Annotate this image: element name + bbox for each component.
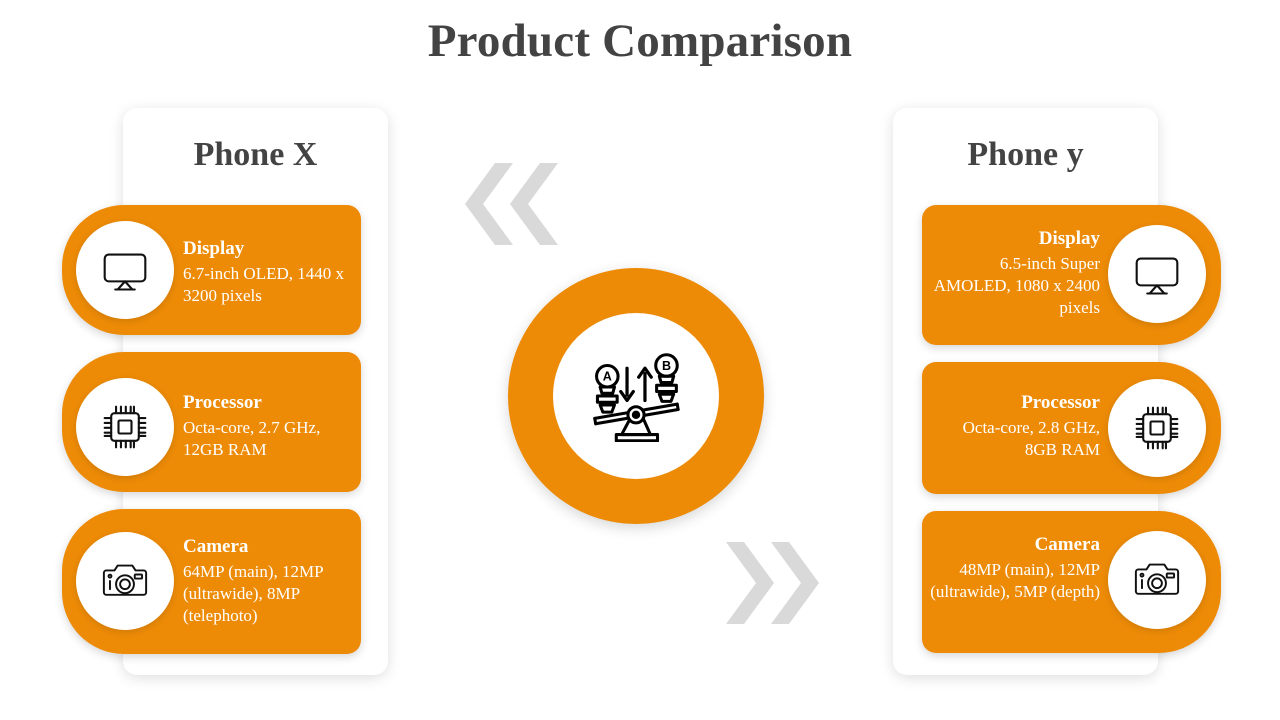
monitor-display-icon: [1108, 225, 1206, 323]
feature-text-left-processor: Processor Octa-core, 2.7 GHz, 12GB RAM: [183, 392, 353, 461]
feature-spec: 64MP (main), 12MP (ultrawide), 8MP (tele…: [183, 561, 323, 626]
feature-text-right-camera: Camera 48MP (main), 12MP (ultrawide), 5M…: [930, 534, 1100, 603]
chevron-double-right-icon: [726, 542, 819, 624]
product-title-right: Phone y: [967, 136, 1084, 173]
feature-text-left-display: Display 6.7-inch OLED, 1440 x 3200 pixel…: [183, 238, 353, 307]
feature-spec: 48MP (main), 12MP (ultrawide), 5MP (dept…: [930, 559, 1100, 601]
camera-icon: [76, 532, 174, 630]
feature-spec: Octa-core, 2.8 GHz, 8GB RAM: [962, 417, 1100, 459]
feature-name: Camera: [1034, 534, 1100, 555]
feature-spec: 6.7-inch OLED, 1440 x 3200 pixels: [183, 263, 345, 305]
cpu-chip-icon: [76, 378, 174, 476]
feature-text-right-processor: Processor Octa-core, 2.8 GHz, 8GB RAM: [930, 392, 1100, 461]
svg-text:A: A: [603, 370, 612, 384]
chevron-double-left-icon: [465, 163, 558, 245]
feature-name: Processor: [183, 392, 262, 413]
camera-icon: [1108, 531, 1206, 629]
cpu-chip-icon: [1108, 379, 1206, 477]
feature-spec: Octa-core, 2.7 GHz, 12GB RAM: [183, 417, 321, 459]
product-title-left: Phone X: [193, 136, 318, 173]
balance-seesaw-icon: A B: [553, 313, 719, 479]
feature-text-right-display: Display 6.5-inch Super AMOLED, 1080 x 24…: [930, 228, 1100, 319]
feature-name: Display: [183, 238, 245, 259]
feature-spec: 6.5-inch Super AMOLED, 1080 x 2400 pixel…: [933, 253, 1100, 318]
feature-name: Display: [1038, 228, 1100, 249]
feature-name: Processor: [1021, 392, 1100, 413]
slide-canvas: Product Comparison Phone X Display 6.7-i…: [0, 0, 1280, 720]
feature-name: Camera: [183, 536, 249, 557]
comparison-badge: A B: [508, 268, 764, 524]
svg-text:B: B: [662, 359, 671, 373]
feature-text-left-camera: Camera 64MP (main), 12MP (ultrawide), 8M…: [183, 536, 353, 627]
page-title: Product Comparison: [427, 15, 853, 67]
monitor-display-icon: [76, 221, 174, 319]
